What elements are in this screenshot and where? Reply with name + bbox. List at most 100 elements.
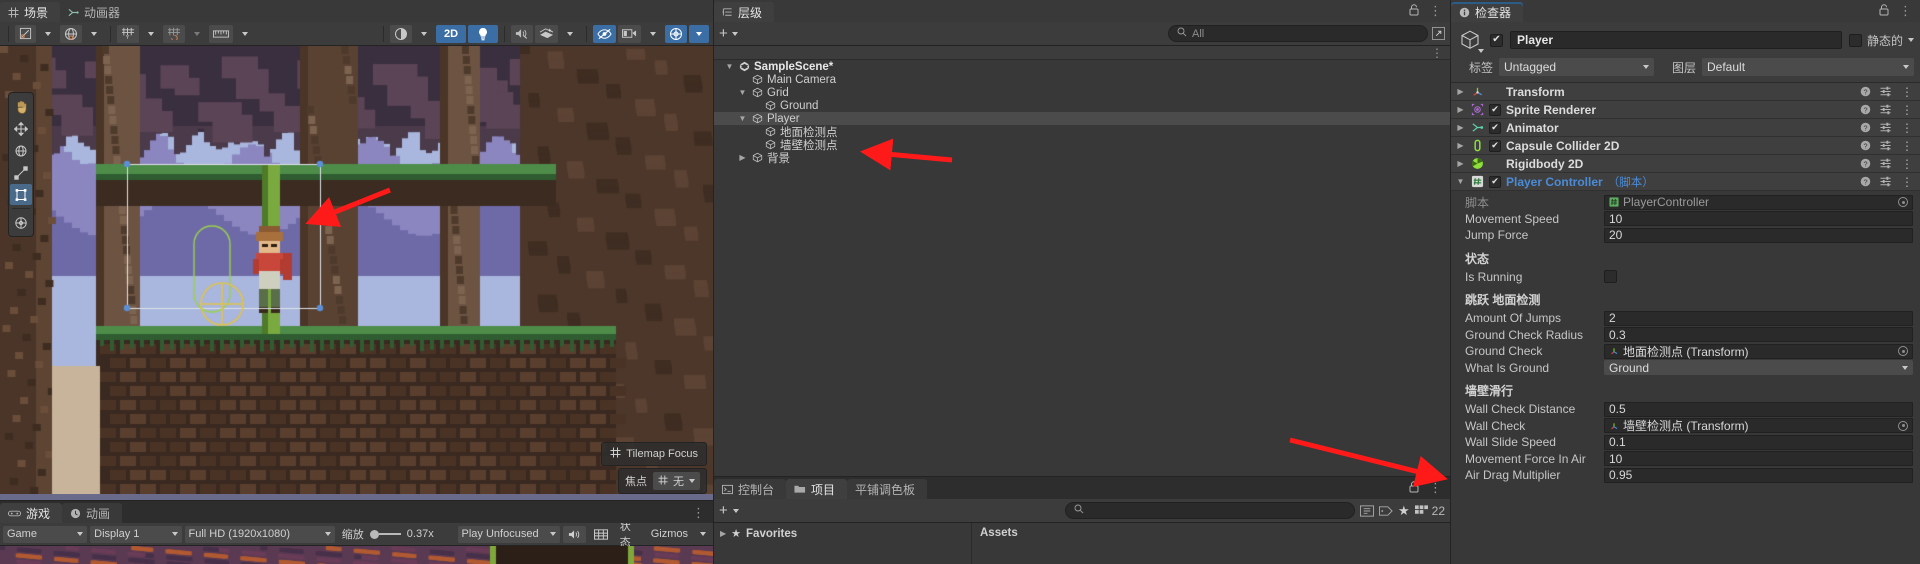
preset-icon[interactable] — [1880, 104, 1892, 115]
help-icon[interactable]: ? — [1860, 176, 1871, 187]
ruler-dropdown[interactable] — [235, 25, 255, 43]
property-value-input[interactable]: 10 — [1604, 451, 1913, 467]
scene-render[interactable] — [0, 46, 713, 494]
pivot-rotation-dropdown[interactable] — [38, 25, 58, 43]
component-enabled-checkbox[interactable]: ✔ — [1489, 175, 1501, 188]
component-twisty[interactable]: ▶ — [1455, 159, 1466, 168]
property-value-input[interactable]: 0.1 — [1604, 434, 1913, 450]
snap-increment-button[interactable] — [163, 24, 185, 43]
hierarchy-twisty[interactable]: ▼ — [737, 114, 748, 123]
tag-dropdown[interactable]: Untagged — [1499, 58, 1654, 76]
property-dropdown[interactable]: Ground — [1604, 360, 1913, 376]
property-value-input[interactable]: 0.3 — [1604, 327, 1913, 343]
tab-hierarchy[interactable]: 层级 — [714, 2, 775, 22]
add-gameobject-dropdown[interactable] — [731, 31, 738, 36]
tab-inspector[interactable]: 检查器 — [1451, 2, 1524, 22]
kebab-menu-icon[interactable]: ⋮ — [1901, 86, 1913, 98]
help-icon[interactable]: ? — [1860, 86, 1871, 97]
component-header[interactable]: ▶ ✔ Animator? ⋮ — [1451, 119, 1920, 137]
help-icon[interactable]: ? — [1860, 140, 1871, 151]
filter-icon[interactable] — [1359, 504, 1374, 517]
project-kebab-menu-icon[interactable]: ⋮ — [1429, 480, 1442, 496]
tab-animation[interactable]: 动画 — [62, 503, 123, 523]
gizmos-dropdown[interactable] — [689, 24, 709, 43]
hierarchy-twisty[interactable]: ▼ — [737, 88, 748, 97]
move-tool[interactable] — [10, 118, 32, 139]
pivot-rotation-button[interactable] — [15, 24, 36, 43]
scene-view[interactable]: Tilemap Focus 焦点 无 — [0, 46, 713, 500]
component-twisty[interactable]: ▶ — [1455, 123, 1466, 132]
component-twisty[interactable]: ▼ — [1455, 177, 1466, 186]
script-reference-field[interactable]: PlayerController — [1604, 194, 1913, 210]
hierarchy-twisty[interactable]: ▼ — [724, 62, 735, 71]
speaker-icon[interactable] — [562, 525, 586, 543]
kebab-menu-icon[interactable]: ⋮ — [1901, 140, 1913, 152]
display-dropdown[interactable]: Display 1 — [90, 525, 182, 543]
component-enabled-checkbox[interactable]: ✔ — [1489, 139, 1501, 152]
grid-snap-button[interactable]: Y — [117, 24, 139, 43]
hierarchy-list[interactable]: ▼ SampleScene* Main Camera ▼ Grid Ground ▼ Play… — [714, 60, 1450, 476]
scale-tool[interactable] — [10, 162, 32, 183]
scale-slider[interactable]: 缩放 0.37x — [338, 526, 455, 543]
preset-icon[interactable] — [1880, 140, 1892, 151]
tab-tile-palette[interactable]: 平铺调色板 — [847, 479, 928, 499]
object-picker-icon[interactable] — [1898, 197, 1908, 208]
game-panel-menu[interactable]: ⋮ — [684, 503, 713, 523]
project-assets-pane[interactable]: Assets — [972, 523, 1450, 564]
resolution-dropdown[interactable]: Full HD (1920x1080) — [184, 525, 335, 543]
object-name-input[interactable]: Player — [1510, 31, 1842, 49]
hierarchy-item[interactable]: 墙壁检测点 — [714, 138, 1450, 152]
property-value-input[interactable]: 0.5 — [1604, 401, 1913, 417]
help-icon[interactable]: ? — [1860, 158, 1871, 169]
kebab-menu-icon[interactable]: ⋮ — [1901, 176, 1913, 188]
favorites-twisty[interactable]: ▶ — [720, 529, 726, 538]
ruler-button[interactable] — [209, 24, 233, 43]
hierarchy-item[interactable]: Ground — [714, 99, 1450, 112]
component-twisty[interactable]: ▶ — [1455, 105, 1466, 114]
star-icon[interactable]: ★ — [1398, 503, 1410, 519]
frame-debugger-icon[interactable] — [589, 526, 613, 543]
project-tree[interactable]: ▶ ★ Favorites — [714, 523, 972, 564]
transform-tool[interactable] — [10, 212, 32, 233]
kebab-menu-icon[interactable]: ⋮ — [1901, 122, 1913, 134]
add-gameobject-button[interactable]: + — [719, 26, 728, 41]
scene-camera-icon[interactable] — [618, 24, 641, 43]
global-local-button[interactable] — [60, 24, 82, 43]
preset-icon[interactable] — [1880, 176, 1892, 187]
static-toggle-group[interactable]: 静态的 — [1848, 32, 1914, 49]
play-mode-dropdown[interactable]: Play Unfocused — [457, 525, 560, 543]
component-enabled-checkbox[interactable]: ✔ — [1489, 103, 1501, 116]
aspect-source-dropdown[interactable]: Game — [3, 525, 88, 543]
component-header[interactable]: ▶ Rigidbody 2D? ⋮ — [1451, 155, 1920, 173]
tab-animator[interactable]: 动画器 — [60, 2, 133, 22]
component-header[interactable]: ▼ ✔ Player Controller （脚本）? ⋮ — [1451, 173, 1920, 191]
property-checkbox[interactable] — [1604, 270, 1617, 284]
property-value-input[interactable]: 2 — [1604, 310, 1913, 326]
favorites-row[interactable]: ▶ ★ Favorites — [720, 527, 965, 541]
help-icon[interactable]: ? — [1860, 104, 1871, 115]
object-enabled-checkbox[interactable]: ✔ — [1490, 33, 1503, 47]
tab-project[interactable]: 项目 — [786, 479, 848, 499]
preset-icon[interactable] — [1880, 122, 1892, 133]
hand-tool[interactable] — [10, 96, 32, 117]
static-checkbox[interactable] — [1848, 33, 1862, 47]
audio-mute-icon[interactable] — [511, 24, 533, 43]
scene-visibility-icon[interactable] — [593, 24, 616, 43]
game-view[interactable] — [0, 546, 713, 564]
layer-dropdown[interactable]: Default — [1702, 58, 1914, 76]
stats-button[interactable]: 状态 — [616, 521, 644, 549]
component-header[interactable]: ▶ Transform? ⋮ — [1451, 83, 1920, 101]
project-add-button[interactable]: + — [719, 503, 728, 518]
rect-tool[interactable] — [10, 184, 32, 205]
hierarchy-item[interactable]: Main Camera — [714, 73, 1450, 86]
grid-snap-dropdown[interactable] — [141, 25, 161, 43]
property-value-input[interactable]: 20 — [1604, 227, 1913, 243]
project-add-dropdown[interactable] — [732, 508, 739, 513]
hierarchy-row-menu-icon[interactable]: ⋮ — [1431, 47, 1443, 59]
effects-dropdown[interactable] — [560, 25, 580, 43]
kebab-menu-icon[interactable]: ⋮ — [1429, 3, 1442, 19]
property-object-field[interactable]: 墙壁检测点 (Transform) — [1604, 418, 1913, 434]
hierarchy-twisty[interactable]: ▶ — [737, 153, 748, 162]
property-value-input[interactable]: 10 — [1604, 211, 1913, 227]
component-header[interactable]: ▶ ✔ Sprite Renderer? ⋮ — [1451, 101, 1920, 119]
